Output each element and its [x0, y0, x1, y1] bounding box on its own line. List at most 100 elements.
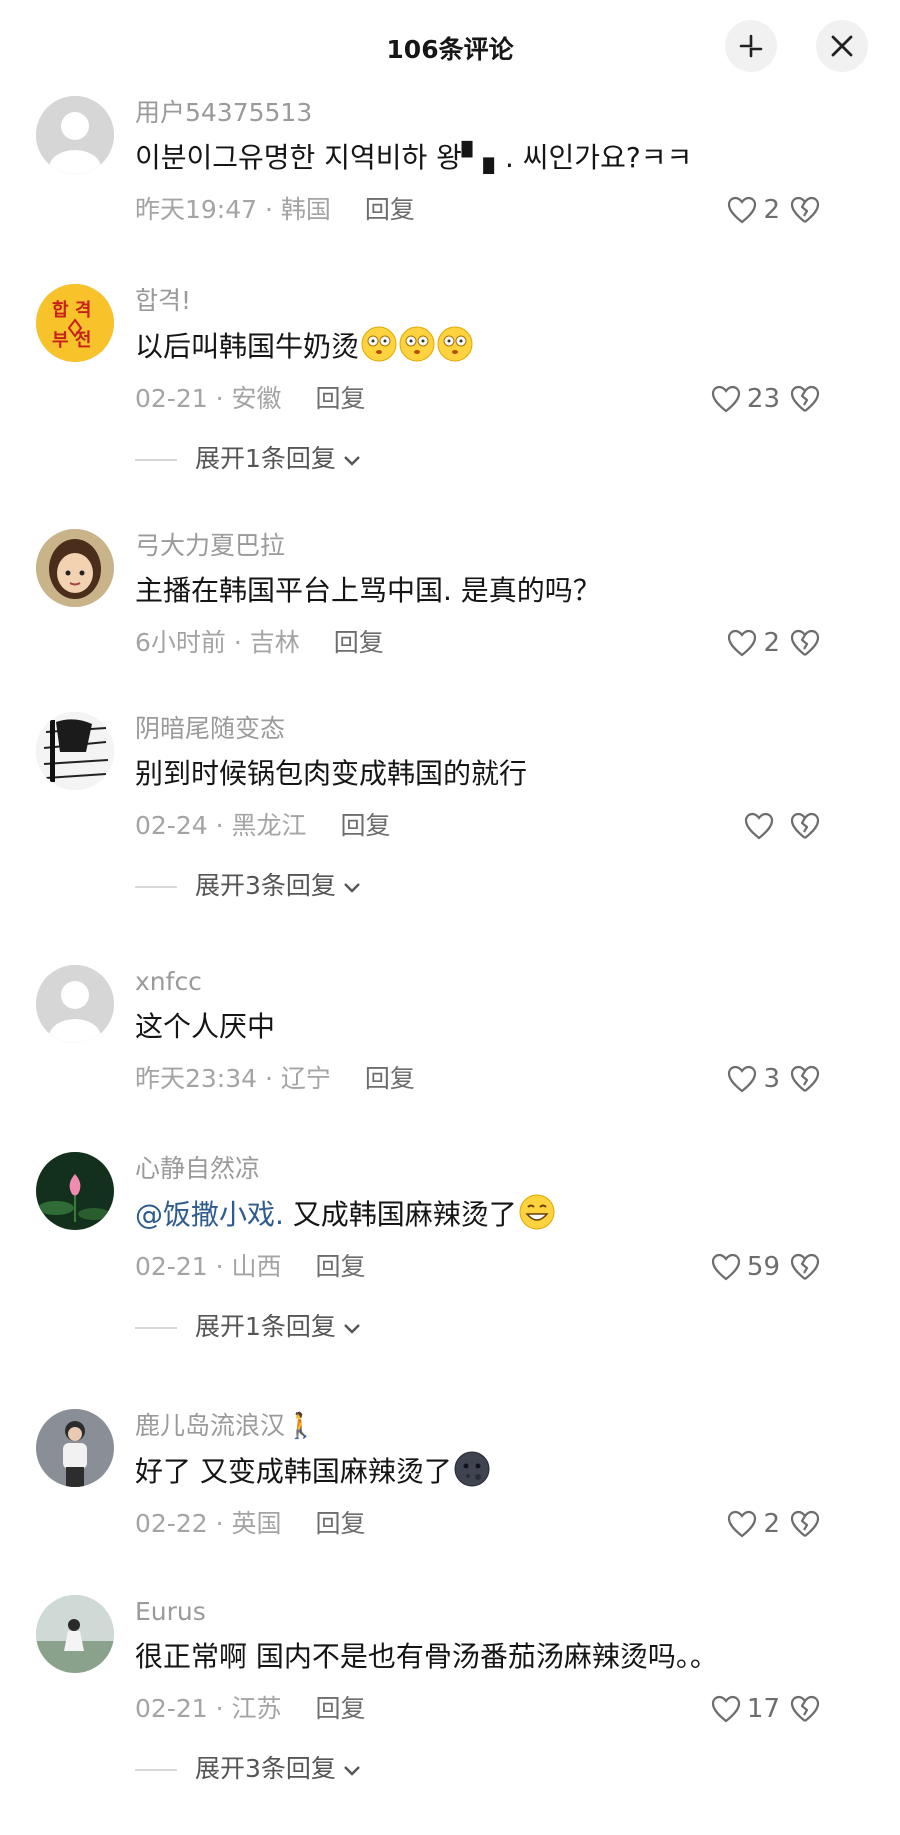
dislike-icon[interactable]: [790, 1509, 820, 1539]
comment-text: 以后叫韩国牛奶烫: [135, 326, 860, 367]
username[interactable]: 阴暗尾随变态: [135, 712, 860, 746]
username[interactable]: xnfcc: [135, 965, 860, 999]
like-button[interactable]: 2: [727, 619, 780, 667]
lotus-avatar-icon: [36, 1152, 114, 1230]
like-button[interactable]: 3: [727, 1055, 780, 1103]
comment-text: 很正常啊 国内不是也有骨汤番茄汤麻辣烫吗。。: [135, 1640, 718, 1673]
comments-header: 106条评论: [0, 0, 900, 96]
grin-emoji-icon: [519, 1194, 555, 1230]
dislike-icon[interactable]: [790, 1064, 820, 1094]
heart-icon: [711, 385, 741, 413]
expand-replies-label: 展开3条回复: [195, 1754, 336, 1783]
like-button[interactable]: [744, 802, 780, 850]
comment-meta: 02-24 · 黑龙江 回复: [135, 802, 860, 850]
chevron-down-icon: [344, 1324, 360, 1334]
dark-moon-emoji-icon: [454, 1451, 490, 1487]
username[interactable]: 心静自然凉: [135, 1152, 860, 1186]
comment-date-location: 02-21 · 江苏: [135, 1694, 282, 1723]
like-button[interactable]: 23: [711, 375, 780, 423]
username[interactable]: 用户54375513: [135, 96, 860, 130]
username[interactable]: 弓大力夏巴拉: [135, 529, 860, 563]
comment-meta: 昨天23:34 · 辽宁 回复 3: [135, 1055, 860, 1103]
comment-text-body: 又成韩国麻辣烫了: [283, 1198, 517, 1231]
chevron-down-icon: [344, 1766, 360, 1776]
like-button[interactable]: 59: [711, 1243, 780, 1291]
dislike-icon[interactable]: [790, 1252, 820, 1282]
comment-date-location: 昨天19:47 · 韩国: [135, 195, 331, 224]
comment-text-body: 好了 又变成韩国麻辣烫了: [135, 1455, 452, 1488]
comment-text: @饭撒小戏. 又成韩国麻辣烫了: [135, 1194, 860, 1235]
dislike-icon[interactable]: [790, 384, 820, 414]
reply-button[interactable]: 回复: [316, 1252, 366, 1281]
expand-replies-label: 展开1条回复: [195, 1312, 336, 1341]
dizzy-face-emoji-icon: [399, 326, 435, 362]
comment-text: 好了 又变成韩国麻辣烫了: [135, 1451, 860, 1492]
expand-replies-label: 展开1条回复: [195, 444, 336, 473]
dislike-icon[interactable]: [790, 628, 820, 658]
comment-text: 这个人厌中: [135, 1010, 276, 1043]
comment-date-location: 02-21 · 安徽: [135, 384, 282, 413]
comment-text-body: 以后叫韩国牛奶烫: [135, 330, 360, 363]
landscape-avatar-icon: [36, 1595, 114, 1673]
user-avatar[interactable]: [36, 96, 114, 174]
user-avatar[interactable]: [36, 1595, 114, 1673]
like-button[interactable]: 2: [727, 186, 780, 234]
user-avatar[interactable]: 합 격 부 전: [36, 284, 114, 362]
reply-button[interactable]: 回复: [316, 384, 366, 413]
like-count: 59: [746, 1252, 780, 1282]
close-button[interactable]: [816, 20, 868, 72]
comment-meta: 02-22 · 英国 回复 2: [135, 1500, 860, 1548]
expand-replies-button[interactable]: 展开1条回复: [135, 439, 860, 479]
user-avatar[interactable]: [36, 712, 114, 790]
comment-date-location: 02-21 · 山西: [135, 1252, 282, 1281]
comment-date-location: 02-24 · 黑龙江: [135, 811, 307, 840]
reply-button[interactable]: 回复: [316, 1694, 366, 1723]
reply-button[interactable]: 回复: [316, 1509, 366, 1538]
like-count: 23: [746, 384, 780, 414]
user-avatar[interactable]: [36, 965, 114, 1043]
heart-icon: [728, 629, 757, 657]
user-avatar[interactable]: [36, 1409, 114, 1487]
comment-date-location: 昨天23:34 · 辽宁: [135, 1064, 331, 1093]
expand-replies-button[interactable]: 展开1条回复: [135, 1307, 860, 1347]
collapse-icon: [739, 34, 763, 58]
username[interactable]: Eurus: [135, 1595, 860, 1629]
heart-icon: [728, 196, 757, 224]
expand-replies-button[interactable]: 展开3条回复: [135, 1749, 860, 1789]
username[interactable]: 합격!: [135, 284, 860, 318]
dizzy-face-emoji-icon: [437, 326, 473, 362]
like-count: 17: [746, 1694, 780, 1724]
user-avatar[interactable]: [36, 1152, 114, 1230]
comment-date-location: 02-22 · 英国: [135, 1509, 282, 1538]
comment-list: 用户54375513 이분이그유명한 지역비하 왕▘▖. 씨인가요?ㅋㅋ 昨天1…: [0, 96, 900, 1835]
reply-button[interactable]: 回复: [334, 628, 384, 657]
comment-date-location: 6小时前 · 吉林: [135, 628, 300, 657]
comment-meta: 6小时前 · 吉林 回复 2: [135, 619, 860, 667]
collapse-button[interactable]: [725, 20, 777, 72]
chevron-down-icon: [344, 456, 360, 466]
username[interactable]: 鹿儿岛流浪汉🚶: [135, 1409, 860, 1443]
like-count: 2: [763, 628, 780, 658]
comment-meta: 昨天19:47 · 韩国 回复 2: [135, 186, 860, 234]
like-button[interactable]: 17: [711, 1685, 780, 1733]
like-count: 2: [763, 195, 780, 225]
manga-avatar-icon: [36, 712, 114, 790]
cartoon-girl-avatar-icon: [36, 529, 114, 607]
reply-button[interactable]: 回复: [341, 811, 391, 840]
like-button[interactable]: 2: [727, 1500, 780, 1548]
expand-replies-button[interactable]: 展开3条回复: [135, 866, 860, 906]
like-count: 2: [763, 1509, 780, 1539]
comment-text: 主播在韩国平台上骂中国. 是真的吗？: [135, 574, 601, 607]
user-avatar[interactable]: [36, 529, 114, 607]
default-avatar-icon: [36, 96, 114, 174]
reply-button[interactable]: 回复: [365, 195, 415, 224]
reply-button[interactable]: 回复: [365, 1064, 415, 1093]
dislike-icon[interactable]: [790, 811, 820, 841]
svg-text:합 격: 합 격: [52, 299, 91, 321]
dislike-icon[interactable]: [790, 195, 820, 225]
dislike-icon[interactable]: [790, 1694, 820, 1724]
heart-icon: [728, 1065, 757, 1093]
comment-item: Eurus 很正常啊 国内不是也有骨汤番茄汤麻辣烫吗。。 02-21 · 江苏 回…: [0, 1595, 900, 1835]
mention-link[interactable]: @饭撒小戏.: [135, 1198, 284, 1231]
divider-line: [135, 1327, 177, 1329]
